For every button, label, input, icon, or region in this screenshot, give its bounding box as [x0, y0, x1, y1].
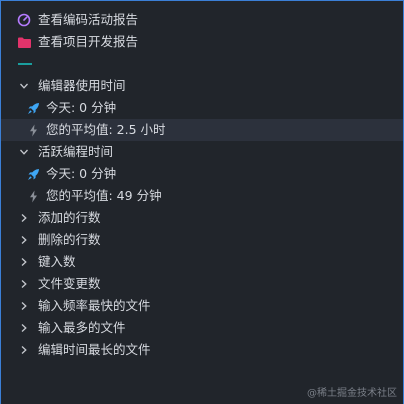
section-keystrokes[interactable]: 键入数 — [1, 251, 403, 273]
section-lines-removed[interactable]: 删除的行数 — [1, 229, 403, 251]
editor-time-average-item[interactable]: 您的平均值: 2.5 小时 — [1, 119, 403, 141]
view-coding-activity-label: 查看编码活动报告 — [38, 12, 139, 27]
active-coding-average-label: 您的平均值: 49 分钟 — [46, 188, 162, 203]
section-active-coding-time-title: 活跃编程时间 — [38, 144, 114, 159]
section-active-coding-time[interactable]: 活跃编程时间 — [1, 141, 403, 163]
section-lines-added-title: 添加的行数 — [38, 210, 101, 225]
section-lines-removed-title: 删除的行数 — [38, 232, 101, 247]
bolt-icon — [25, 119, 41, 141]
active-coding-today-label: 今天: 0 分钟 — [46, 166, 117, 181]
folder-icon — [16, 31, 32, 53]
section-files-changed[interactable]: 文件变更数 — [1, 273, 403, 295]
view-project-report-label: 查看项目开发报告 — [38, 34, 139, 49]
section-top-codetime-files-title: 编辑时间最长的文件 — [38, 342, 151, 357]
editor-time-today-label: 今天: 0 分钟 — [46, 100, 117, 115]
chevron-right-icon — [17, 207, 31, 229]
chevron-right-icon — [17, 339, 31, 361]
section-editor-time[interactable]: 编辑器使用时间 — [1, 75, 403, 97]
bolt-icon — [25, 185, 41, 207]
section-top-codetime-files[interactable]: 编辑时间最长的文件 — [1, 339, 403, 361]
section-keystrokes-title: 键入数 — [38, 254, 76, 269]
view-project-report-link[interactable]: 查看项目开发报告 — [1, 31, 403, 53]
editor-time-today-item[interactable]: 今天: 0 分钟 — [1, 97, 403, 119]
view-coding-activity-link[interactable]: 查看编码活动报告 — [1, 9, 403, 31]
section-editor-time-title: 编辑器使用时间 — [38, 78, 126, 93]
divider-bar — [18, 63, 32, 65]
section-top-keystroke-files[interactable]: 输入最多的文件 — [1, 317, 403, 339]
section-divider — [1, 53, 403, 75]
active-coding-today-item[interactable]: 今天: 0 分钟 — [1, 163, 403, 185]
section-files-changed-title: 文件变更数 — [38, 276, 101, 291]
gauge-icon — [16, 9, 32, 31]
chevron-right-icon — [17, 295, 31, 317]
chevron-right-icon — [17, 317, 31, 339]
watermark: @稀土掘金技术社区 — [307, 388, 397, 399]
active-coding-average-item[interactable]: 您的平均值: 49 分钟 — [1, 185, 403, 207]
chevron-down-icon — [17, 75, 31, 97]
section-lines-added[interactable]: 添加的行数 — [1, 207, 403, 229]
chevron-right-icon — [17, 251, 31, 273]
chevron-right-icon — [17, 273, 31, 295]
editor-time-average-label: 您的平均值: 2.5 小时 — [46, 122, 166, 137]
section-top-keystroke-files-title: 输入最多的文件 — [38, 320, 126, 335]
code-time-panel: 查看编码活动报告 查看项目开发报告 编辑器使用时间 今天: 0 分钟 您的平均值… — [0, 0, 404, 404]
section-top-kpm-files-title: 输入频率最快的文件 — [38, 298, 151, 313]
chevron-down-icon — [17, 141, 31, 163]
chevron-right-icon — [17, 229, 31, 251]
section-top-kpm-files[interactable]: 输入频率最快的文件 — [1, 295, 403, 317]
rocket-icon — [25, 97, 41, 119]
rocket-icon — [25, 163, 41, 185]
